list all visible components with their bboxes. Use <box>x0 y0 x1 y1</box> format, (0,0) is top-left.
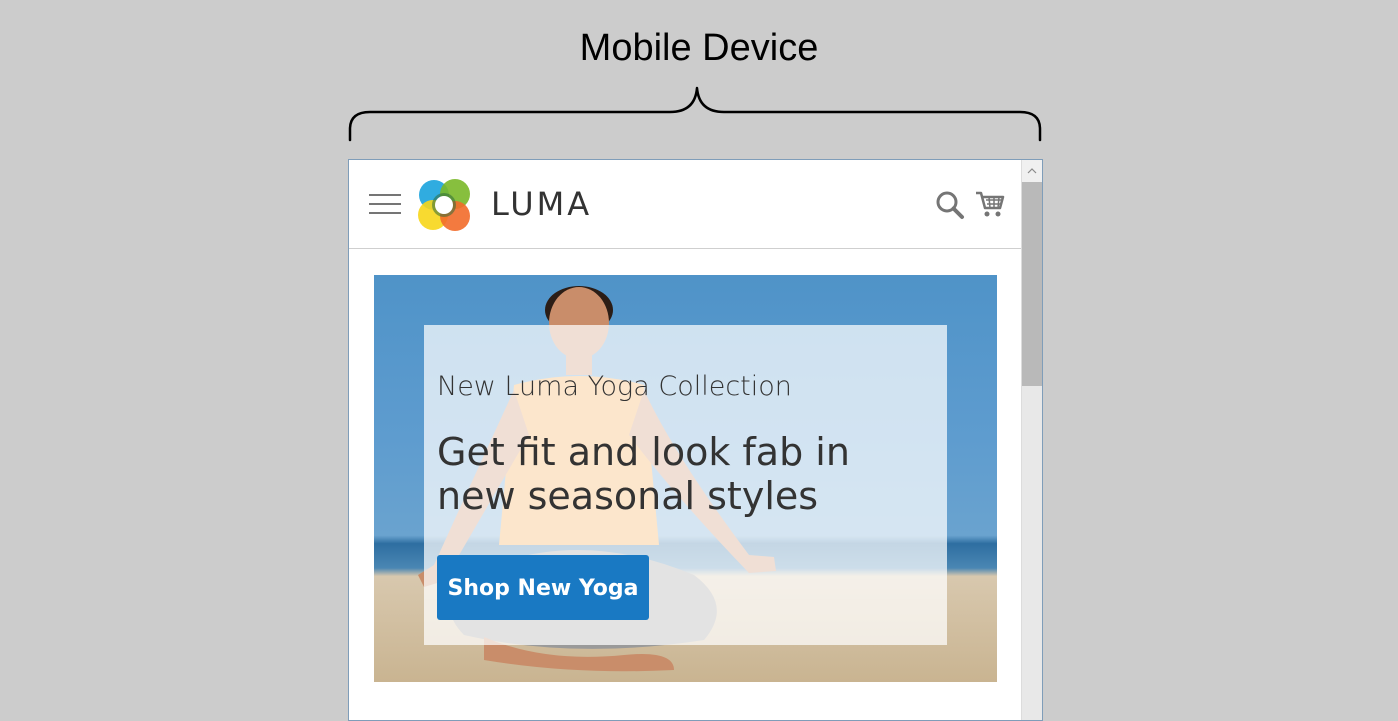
luma-logo-icon[interactable] <box>417 178 475 234</box>
hero-banner[interactable]: New Luma Yoga Collection Get fit and loo… <box>374 275 997 682</box>
logo-wordmark[interactable]: LUMA <box>491 185 592 223</box>
hamburger-menu-icon[interactable] <box>369 192 401 216</box>
hero-kicker: New Luma Yoga Collection <box>437 371 792 402</box>
vertical-scrollbar[interactable] <box>1021 160 1042 720</box>
shop-new-yoga-button[interactable]: Shop New Yoga <box>437 555 649 620</box>
annotation-title: Mobile Device <box>579 27 819 69</box>
search-icon[interactable] <box>935 190 965 220</box>
hero-headline: Get fit and look fab in new seasonal sty… <box>437 430 850 518</box>
chevron-up-icon <box>1027 168 1037 174</box>
scroll-up-arrow[interactable] <box>1022 160 1042 182</box>
mobile-device-frame: LUMA New Luma Yoga Collection Get fit an… <box>348 159 1043 721</box>
hero-text-panel: New Luma Yoga Collection Get fit and loo… <box>424 325 947 645</box>
site-header: LUMA <box>349 160 1022 249</box>
scrollbar-thumb[interactable] <box>1022 182 1042 386</box>
curly-brace-annotation <box>348 86 1042 142</box>
shopping-cart-icon[interactable] <box>975 190 1005 218</box>
